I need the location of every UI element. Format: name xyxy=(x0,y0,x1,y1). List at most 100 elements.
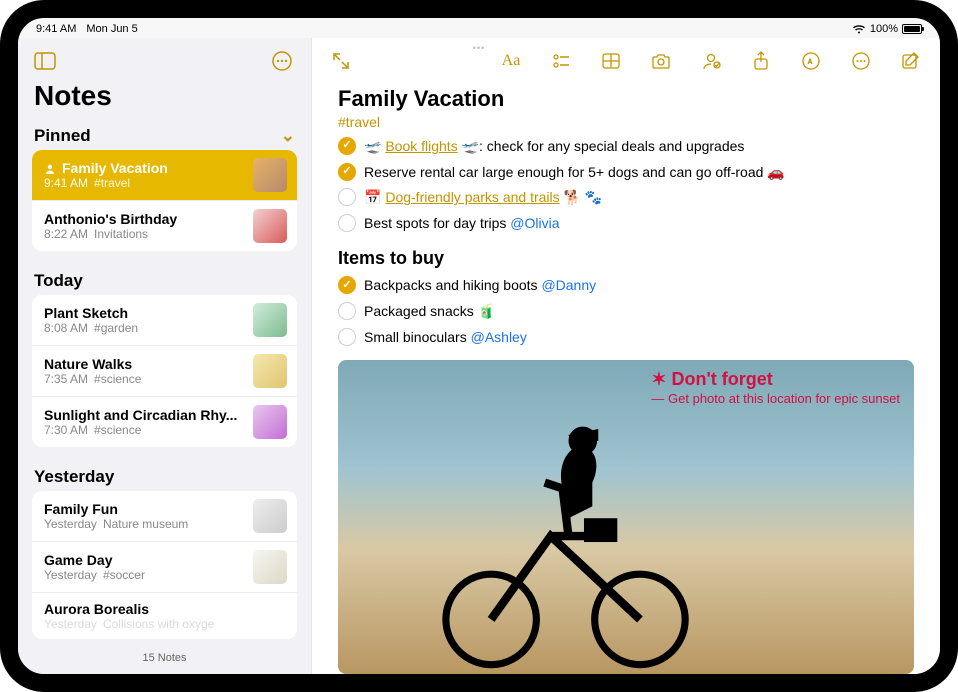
note-title: Anthonio's Birthday xyxy=(44,211,245,227)
note-title: Family Vacation xyxy=(62,160,168,176)
sidebar-toggle-icon[interactable] xyxy=(30,46,60,76)
note-thumbnail xyxy=(253,405,287,439)
note-tag: #science xyxy=(94,423,141,437)
section-label: Pinned xyxy=(34,126,91,146)
ipad-frame: 9:41 AM Mon Jun 5 100% ••• Notes xyxy=(0,0,958,692)
note-editor: Aa xyxy=(312,38,940,674)
note-title: Family Fun xyxy=(44,501,245,517)
note-tag: #science xyxy=(94,372,141,386)
multitask-indicator[interactable]: ••• xyxy=(473,43,485,53)
sidebar-title: Notes xyxy=(18,80,311,118)
note-time: 8:08 AM xyxy=(44,321,88,335)
note-row-anthonio-birthday[interactable]: Anthonio's Birthday 8:22 AM Invitations xyxy=(32,200,297,251)
more-icon[interactable] xyxy=(846,46,876,76)
checklist-item[interactable]: Best spots for day trips @Olivia xyxy=(338,211,914,237)
checklist-text[interactable]: Packaged snacks 🧃 xyxy=(364,302,495,322)
notes-count: 15 Notes xyxy=(18,646,311,674)
expand-icon[interactable] xyxy=(326,46,356,76)
checklist-item[interactable]: Small binoculars @Ashley xyxy=(338,325,914,351)
note-hashtag[interactable]: #travel xyxy=(338,114,914,130)
status-bar: 9:41 AM Mon Jun 5 100% xyxy=(18,18,940,38)
section-header-pinned[interactable]: Pinned ⌄ xyxy=(18,118,311,150)
note-tag: #travel xyxy=(94,176,130,190)
checkbox-icon[interactable] xyxy=(338,137,356,155)
checkbox-icon[interactable] xyxy=(338,276,356,294)
note-tag: #soccer xyxy=(103,568,145,582)
note-thumbnail xyxy=(253,209,287,243)
note-row-nature-walks[interactable]: Nature Walks 7:35 AM#science xyxy=(32,345,297,396)
camera-icon[interactable] xyxy=(646,46,676,76)
checkbox-icon[interactable] xyxy=(338,328,356,346)
share-icon[interactable] xyxy=(746,46,776,76)
note-title: Game Day xyxy=(44,552,245,568)
shared-icon xyxy=(44,163,58,175)
checklist-item[interactable]: 📅 Dog-friendly parks and trails 🐕 🐾 xyxy=(338,185,914,211)
section-header-yesterday: Yesterday xyxy=(18,459,311,491)
checklist-item[interactable]: 🛫 Book flights 🛫: check for any special … xyxy=(338,134,914,160)
section-header-today: Today xyxy=(18,263,311,295)
checkbox-icon[interactable] xyxy=(338,302,356,320)
checklist-text[interactable]: Small binoculars @Ashley xyxy=(364,328,527,348)
note-attachment-photo[interactable]: ✶ Don't forget — Get photo at this locat… xyxy=(338,360,914,674)
note-time: 8:22 AM xyxy=(44,227,88,241)
checkbox-icon[interactable] xyxy=(338,188,356,206)
checklist-item[interactable]: Backpacks and hiking boots @Danny xyxy=(338,273,914,299)
note-title-heading[interactable]: Family Vacation xyxy=(338,86,914,112)
note-row-game-day[interactable]: Game Day Yesterday#soccer xyxy=(32,541,297,592)
battery-icon xyxy=(902,24,922,34)
note-link[interactable]: Book flights xyxy=(385,138,457,154)
checklist-buy: Backpacks and hiking boots @Danny Packag… xyxy=(338,273,914,350)
list-group-today: Plant Sketch 8:08 AM #garden Nature Walks… xyxy=(32,295,297,447)
markup-icon[interactable] xyxy=(796,46,826,76)
status-date: Mon Jun 5 xyxy=(86,23,137,35)
mention[interactable]: @Danny xyxy=(541,277,596,293)
mention[interactable]: @Ashley xyxy=(471,329,527,345)
compose-icon[interactable] xyxy=(896,46,926,76)
checklist-text[interactable]: 📅 Dog-friendly parks and trails 🐕 🐾 xyxy=(364,188,602,208)
checklist-text[interactable]: Reserve rental car large enough for 5+ d… xyxy=(364,163,785,183)
table-icon[interactable] xyxy=(596,46,626,76)
checklist-icon[interactable] xyxy=(546,46,576,76)
note-thumbnail xyxy=(253,499,287,533)
photo-silhouette xyxy=(384,398,741,674)
note-tag: #garden xyxy=(94,321,138,335)
handwriting-main: ✶ Don't forget xyxy=(651,369,772,389)
section-label: Yesterday xyxy=(34,467,114,487)
note-time: 7:30 AM xyxy=(44,423,88,437)
checklist-item[interactable]: Reserve rental car large enough for 5+ d… xyxy=(338,160,914,186)
note-row-family-fun[interactable]: Family Fun YesterdayNature museum xyxy=(32,491,297,541)
text-format-icon[interactable]: Aa xyxy=(496,46,526,76)
checkbox-icon[interactable] xyxy=(338,163,356,181)
chevron-down-icon[interactable]: ⌄ xyxy=(281,126,295,146)
list-group-yesterday: Family Fun YesterdayNature museum Game D… xyxy=(32,491,297,639)
sidebar: Notes Pinned ⌄ Family Vacation xyxy=(18,38,312,674)
note-title: Plant Sketch xyxy=(44,305,245,321)
checklist-text[interactable]: Backpacks and hiking boots @Danny xyxy=(364,276,596,296)
photo-annotation: ✶ Don't forget — Get photo at this locat… xyxy=(651,370,900,406)
note-time: Yesterday xyxy=(44,617,97,631)
note-row-aurora-borealis[interactable]: Aurora Borealis YesterdayCollisions with… xyxy=(32,592,297,639)
section-label: Today xyxy=(34,271,83,291)
mention[interactable]: @Olivia xyxy=(510,215,559,231)
note-thumbnail xyxy=(253,354,287,388)
note-row-sunlight-circadian[interactable]: Sunlight and Circadian Rhy... 7:30 AM #sc… xyxy=(32,396,297,447)
checkbox-icon[interactable] xyxy=(338,214,356,232)
checklist-text[interactable]: 🛫 Book flights 🛫: check for any special … xyxy=(364,137,744,157)
checklist-text[interactable]: Best spots for day trips @Olivia xyxy=(364,214,560,234)
note-subheading[interactable]: Items to buy xyxy=(338,248,914,269)
battery-percent: 100% xyxy=(870,23,898,35)
checklist-item[interactable]: Packaged snacks 🧃 xyxy=(338,299,914,325)
note-row-family-vacation[interactable]: Family Vacation 9:41 AM #travel xyxy=(32,150,297,200)
note-row-plant-sketch[interactable]: Plant Sketch 8:08 AM #garden xyxy=(32,295,297,345)
note-time: 9:41 AM xyxy=(44,176,88,190)
wifi-icon xyxy=(852,24,866,34)
note-title: Nature Walks xyxy=(44,356,245,372)
note-title: Aurora Borealis xyxy=(44,601,287,617)
note-thumbnail xyxy=(253,158,287,192)
note-title: Sunlight and Circadian Rhy... xyxy=(44,407,245,423)
list-group-pinned: Family Vacation 9:41 AM #travel Anthonio… xyxy=(32,150,297,251)
more-options-icon[interactable] xyxy=(267,46,297,76)
collaborate-icon[interactable] xyxy=(696,46,726,76)
note-tag: Nature museum xyxy=(103,517,188,531)
note-link[interactable]: Dog-friendly parks and trails xyxy=(385,189,559,205)
